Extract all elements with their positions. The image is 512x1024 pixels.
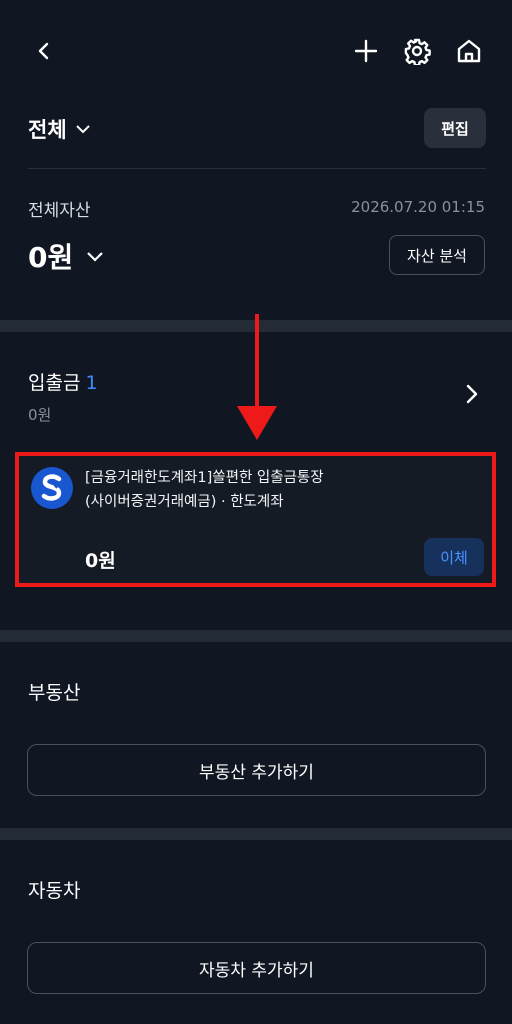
asset-analysis-button[interactable]: 자산 분석 xyxy=(389,235,485,275)
deposits-title: 입출금 1 xyxy=(28,368,98,395)
group-selector[interactable]: 전체 xyxy=(28,114,91,144)
asset-screen: 전체 편집 전체자산 2026.07.20 01:15 0원 자산 분석 입출금… xyxy=(0,0,512,1024)
account-name-line1: [금융거래한도계좌1]쏠편한 입출금통장 xyxy=(85,470,324,486)
divider xyxy=(28,168,486,169)
plus-icon xyxy=(354,39,378,63)
total-assets-amount: 0원 xyxy=(28,241,74,274)
total-assets-timestamp: 2026.07.20 01:15 xyxy=(351,198,485,216)
chevron-left-icon xyxy=(38,42,49,60)
bank-s-mark-icon xyxy=(41,474,62,501)
group-title: 전체 xyxy=(28,118,67,142)
chevron-right-icon xyxy=(466,384,478,404)
deposits-title-text: 입출금 xyxy=(28,372,81,394)
chevron-down-icon xyxy=(75,125,90,134)
account-name: [금융거래한도계좌1]쏠편한 입출금통장 (사이버증권거래예금) · 한도계좌 xyxy=(85,466,485,514)
add-button[interactable] xyxy=(346,31,386,71)
add-real-estate-button[interactable]: 부동산 추가하기 xyxy=(27,744,486,796)
edit-button[interactable]: 편집 xyxy=(424,108,486,148)
chevron-down-icon xyxy=(87,252,104,262)
section-divider xyxy=(0,828,512,840)
real-estate-title: 부동산 xyxy=(28,682,81,704)
annotation-arrow-icon xyxy=(237,314,277,440)
car-title: 자동차 xyxy=(28,880,81,902)
back-button[interactable] xyxy=(24,31,64,71)
section-divider xyxy=(0,630,512,642)
account-balance: 0원 xyxy=(85,550,116,572)
account-name-line2: (사이버증권거래예금) · 한도계좌 xyxy=(85,494,284,510)
account-card[interactable]: [금융거래한도계좌1]쏠편한 입출금통장 (사이버증권거래예금) · 한도계좌 … xyxy=(15,452,496,587)
deposits-count: 1 xyxy=(85,372,98,394)
total-assets-label: 전체자산 xyxy=(28,201,91,221)
gear-icon xyxy=(404,38,431,65)
home-icon xyxy=(457,39,481,63)
shinhan-bank-logo-icon xyxy=(31,467,73,509)
home-button[interactable] xyxy=(449,31,489,71)
add-car-button[interactable]: 자동차 추가하기 xyxy=(27,942,486,994)
transfer-button[interactable]: 이체 xyxy=(424,538,484,576)
top-bar xyxy=(0,0,512,104)
deposits-subtotal: 0원 xyxy=(28,406,52,424)
settings-button[interactable] xyxy=(397,31,437,71)
group-row: 전체 편집 xyxy=(28,108,486,150)
deposits-chevron xyxy=(464,382,480,410)
total-assets-value[interactable]: 0원 xyxy=(28,236,105,276)
